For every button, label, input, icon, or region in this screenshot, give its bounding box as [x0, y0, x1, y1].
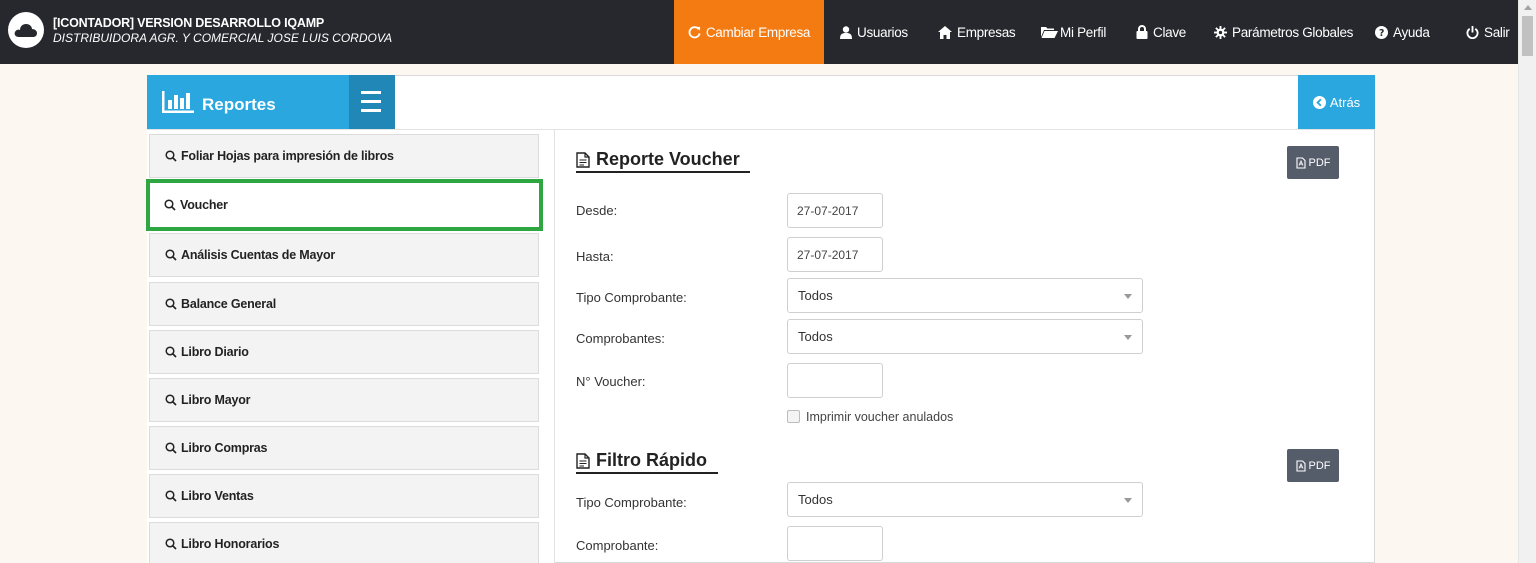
search-icon: [165, 442, 177, 454]
nav-ayuda[interactable]: ? Ayuda: [1375, 0, 1430, 64]
desde-label: Desde:: [576, 203, 618, 218]
nav-empresas[interactable]: Empresas: [938, 0, 1016, 64]
sidebar-item-label: Libro Diario: [181, 345, 249, 359]
numero-voucher-input[interactable]: [787, 363, 883, 398]
cloud-logo-icon[interactable]: [8, 12, 44, 48]
vertical-scrollbar[interactable]: [1518, 0, 1536, 563]
sidebar-item-libro-ventas[interactable]: Libro Ventas: [149, 474, 539, 518]
sidebar-item-voucher[interactable]: Voucher: [146, 179, 543, 231]
sidebar-item-label: Voucher: [180, 198, 228, 212]
search-icon: [165, 346, 177, 358]
power-icon: [1466, 25, 1479, 39]
pdf-file-icon: [1295, 459, 1306, 472]
scroll-thumb[interactable]: [1522, 16, 1533, 56]
home-icon: [938, 25, 952, 39]
search-icon: [164, 199, 176, 211]
tipo-comprobante-select[interactable]: Todos: [787, 278, 1143, 313]
app-title: [ICONTADOR] VERSION DESARROLLO IQAMP: [53, 16, 325, 30]
bar-chart-icon: [162, 91, 194, 116]
sidebar-item-label: Libro Compras: [181, 441, 268, 455]
comprobantes-select[interactable]: Todos: [787, 319, 1143, 354]
sidebar-item-analisis-cuentas[interactable]: Análisis Cuentas de Mayor: [149, 233, 539, 277]
section-title-filtro-rapido: Filtro Rápido: [576, 450, 707, 471]
numero-voucher-label: N° Voucher:: [576, 374, 646, 389]
panel-title: Reportes: [202, 95, 276, 114]
chevron-down-icon: [1124, 294, 1132, 299]
imprimir-anulados-checkbox[interactable]: [787, 410, 800, 423]
pdf-button-voucher[interactable]: PDF: [1287, 146, 1339, 179]
gear-icon: [1214, 25, 1227, 39]
search-icon: [165, 298, 177, 310]
chevron-down-icon: [1124, 335, 1132, 340]
company-name: DISTRIBUIDORA AGR. Y COMERCIAL JOSE LUIS…: [53, 31, 393, 45]
document-icon: [576, 452, 590, 469]
sidebar-item-label: Balance General: [181, 297, 276, 311]
section-underline: [576, 472, 718, 474]
search-icon: [165, 538, 177, 550]
search-icon: [165, 249, 177, 261]
filtro-comprobante-input[interactable]: [787, 526, 883, 561]
nav-parametros-globales[interactable]: Parámetros Globales: [1214, 0, 1353, 64]
top-navbar: [ICONTADOR] VERSION DESARROLLO IQAMP DIS…: [0, 0, 1518, 64]
filtro-comprobante-label: Comprobante:: [576, 538, 659, 553]
sidebar-item-libro-mayor[interactable]: Libro Mayor: [149, 378, 539, 422]
back-button[interactable]: Atrás: [1298, 75, 1375, 129]
user-icon: [840, 25, 852, 39]
imprimir-anulados-label[interactable]: Imprimir voucher anulados: [806, 410, 953, 424]
sidebar-item-label: Libro Mayor: [181, 393, 251, 407]
sidebar-item-libro-compras[interactable]: Libro Compras: [149, 426, 539, 470]
hasta-label: Hasta:: [576, 249, 614, 264]
chevron-down-icon: [1124, 498, 1132, 503]
folder-open-icon: [1041, 26, 1058, 38]
filtro-tipo-comprobante-label: Tipo Comprobante:: [576, 495, 687, 510]
section-title-reporte-voucher: Reporte Voucher: [576, 149, 740, 170]
hamburger-menu-icon[interactable]: [349, 75, 395, 129]
sidebar-item-label: Libro Ventas: [181, 489, 254, 503]
search-icon: [165, 490, 177, 502]
sidebar-item-label: Análisis Cuentas de Mayor: [181, 248, 336, 262]
tipo-comprobante-label: Tipo Comprobante:: [576, 290, 687, 305]
lock-icon: [1136, 25, 1148, 39]
hasta-date-input[interactable]: 27-07-2017: [787, 237, 883, 272]
refresh-icon: [688, 25, 701, 39]
svg-text:?: ?: [1379, 28, 1384, 39]
search-icon: [165, 394, 177, 406]
filtro-tipo-comprobante-select[interactable]: Todos: [787, 482, 1143, 517]
nav-cambiar-empresa[interactable]: Cambiar Empresa: [674, 0, 824, 64]
document-icon: [576, 151, 590, 168]
sidebar-item-balance-general[interactable]: Balance General: [149, 282, 539, 326]
comprobantes-label: Comprobantes:: [576, 331, 665, 346]
sidebar-item-label: Foliar Hojas para impresión de libros: [181, 149, 394, 163]
section-underline: [576, 171, 750, 173]
nav-mi-perfil[interactable]: Mi Perfil: [1041, 0, 1106, 64]
sidebar-item-foliar-hojas[interactable]: Foliar Hojas para impresión de libros: [149, 134, 539, 178]
pdf-button-filtro[interactable]: PDF: [1287, 449, 1339, 482]
sidebar-item-libro-honorarios[interactable]: Libro Honorarios: [149, 522, 539, 563]
sidebar-item-label: Libro Honorarios: [181, 537, 280, 551]
nav-salir[interactable]: Salir: [1466, 0, 1510, 64]
pdf-file-icon: [1295, 156, 1306, 169]
sidebar-item-libro-diario[interactable]: Libro Diario: [149, 330, 539, 374]
desde-date-input[interactable]: 27-07-2017: [787, 193, 883, 228]
nav-clave[interactable]: Clave: [1136, 0, 1186, 64]
scroll-up-icon[interactable]: [1524, 5, 1532, 10]
arrow-circle-left-icon: [1312, 95, 1326, 109]
help-icon: ?: [1375, 25, 1388, 39]
search-icon: [165, 150, 177, 162]
nav-usuarios[interactable]: Usuarios: [840, 0, 908, 64]
